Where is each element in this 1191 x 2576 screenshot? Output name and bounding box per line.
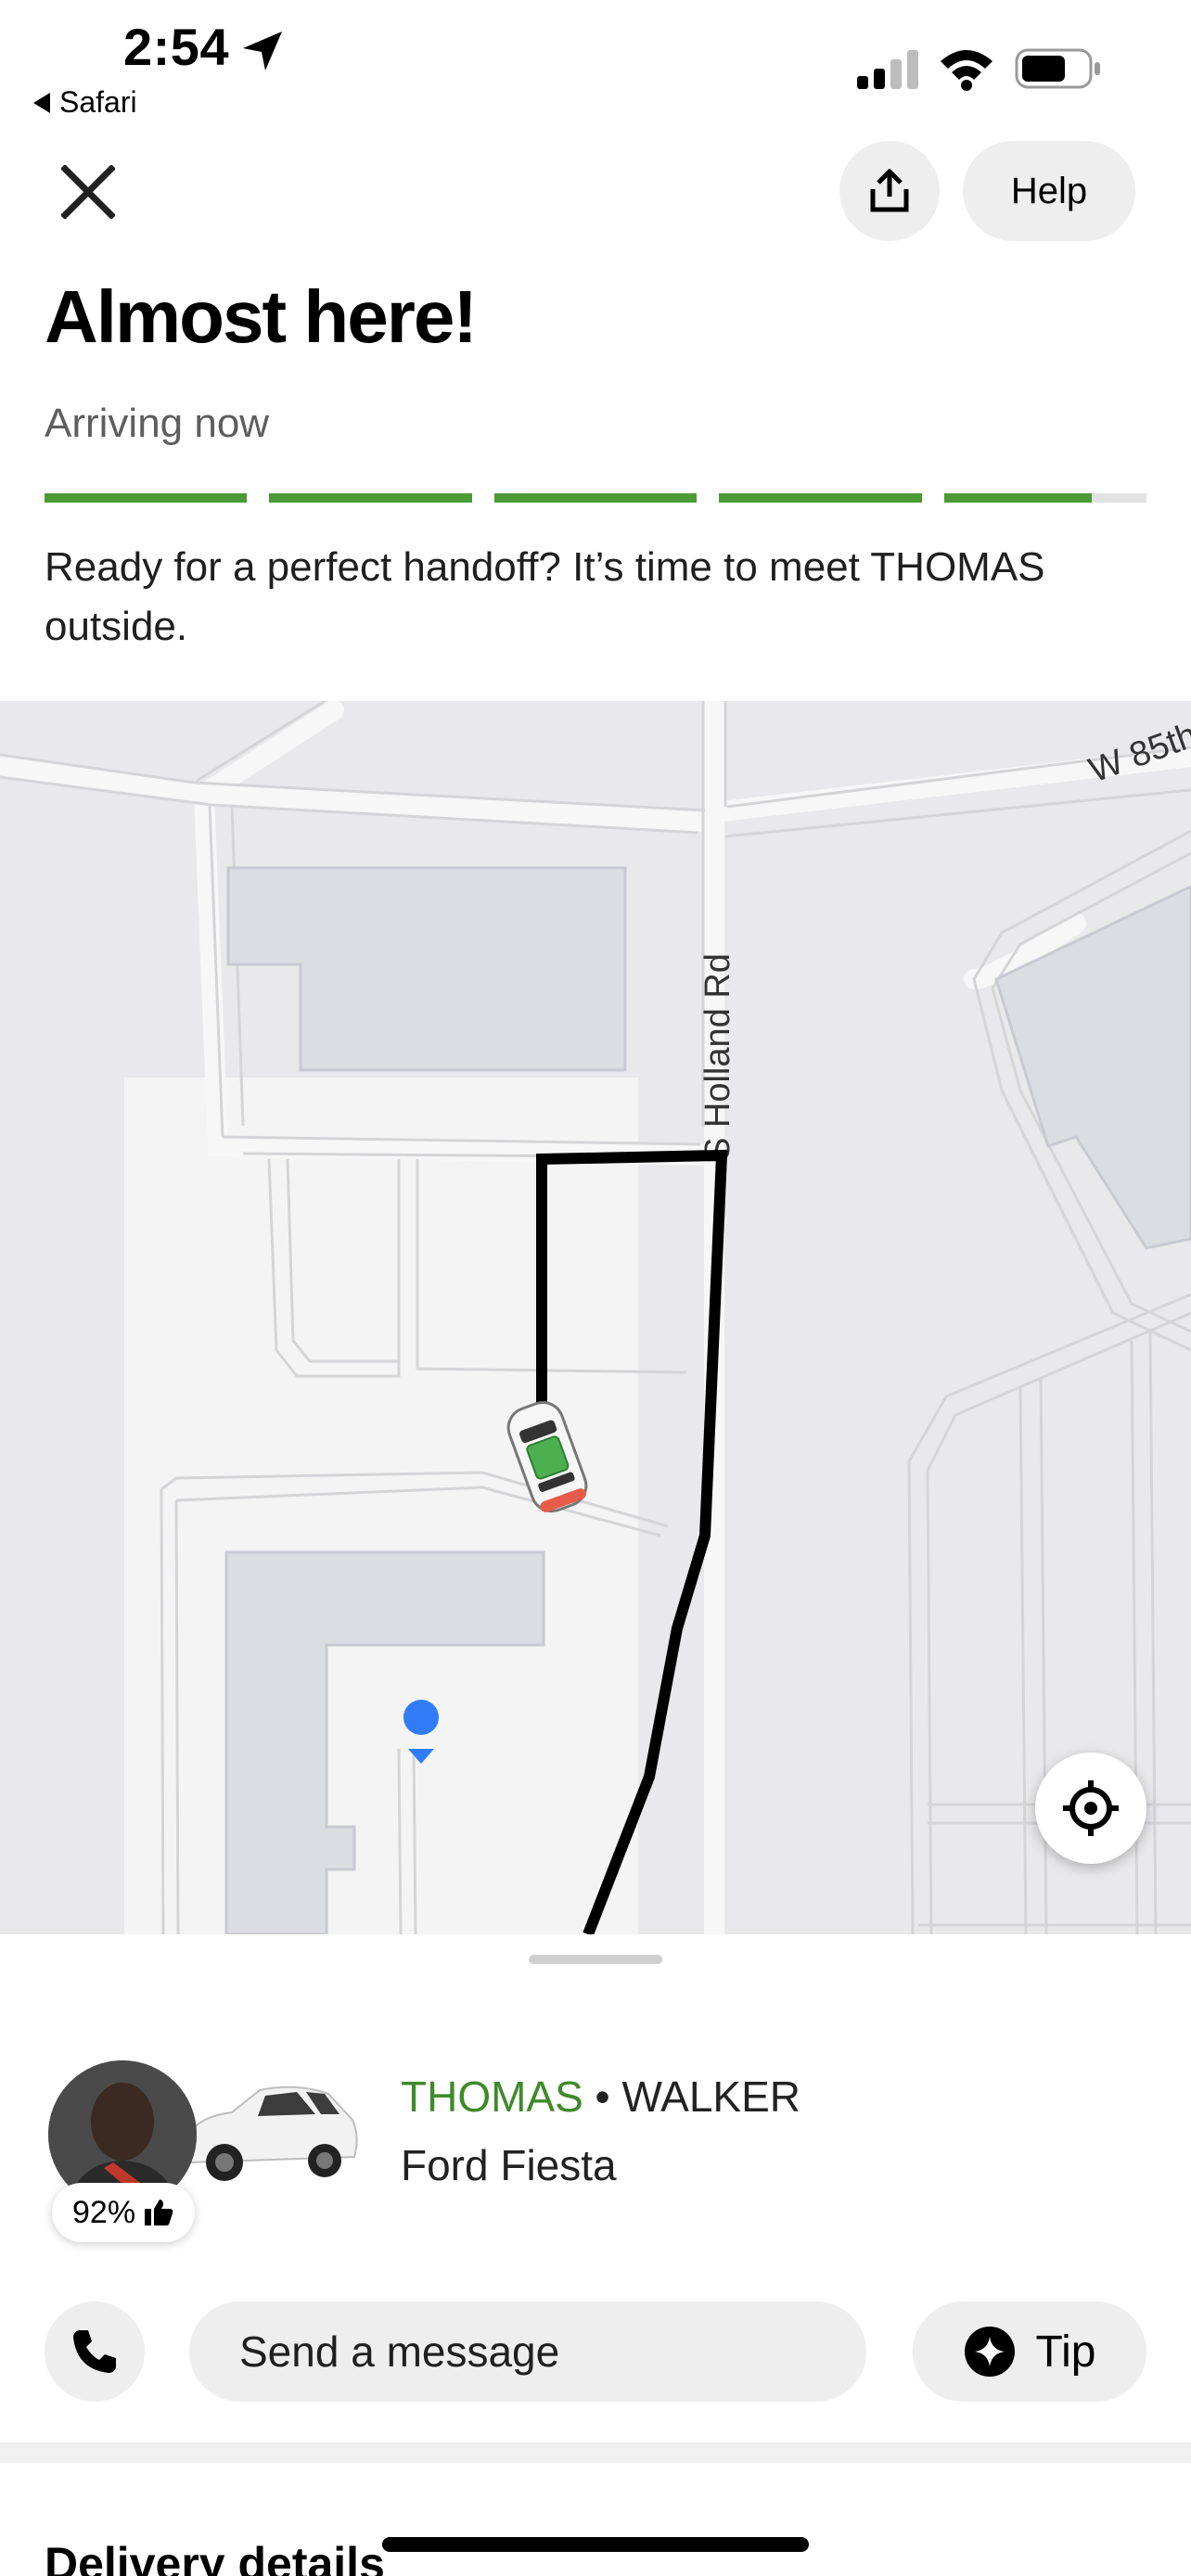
street-label-w85th: W 85th — [1084, 716, 1191, 791]
delivery-details-heading: Delivery details — [45, 2538, 385, 2576]
progress-segment — [269, 493, 472, 503]
driver-rating: 92% — [72, 2194, 136, 2230]
close-icon — [61, 165, 115, 219]
arrival-status: Arriving now — [45, 401, 270, 446]
progress-segment — [943, 493, 1147, 503]
driver-last-name: WALKER — [621, 2072, 801, 2121]
recenter-map-button[interactable] — [1035, 1753, 1146, 1864]
status-bar: 2:54 Safari — [0, 0, 1191, 130]
page-title: Almost here! — [45, 275, 478, 358]
back-to-app-link[interactable]: Safari — [33, 85, 137, 120]
progress-segment — [493, 493, 698, 503]
back-triangle-icon — [33, 92, 50, 113]
back-app-label: Safari — [59, 85, 137, 119]
help-button[interactable]: Help — [963, 141, 1135, 241]
message-input[interactable]: Send a message — [189, 2302, 866, 2402]
home-indicator[interactable] — [382, 2537, 809, 2552]
status-time: 2:54 — [123, 18, 230, 76]
thumbs-up-icon — [145, 2200, 173, 2225]
wifi-icon — [941, 50, 992, 91]
battery-icon — [1015, 48, 1100, 89]
handoff-message: Ready for a perfect handoff? It’s time t… — [45, 544, 1045, 649]
vehicle-image — [184, 2085, 358, 2181]
tip-button[interactable]: Tip — [913, 2302, 1146, 2402]
tip-sparkle-icon — [964, 2327, 1015, 2377]
cellular-signal-icon — [857, 50, 918, 89]
sheet-drag-handle[interactable] — [529, 1955, 662, 1964]
street-label-holland: S Holland Rd — [698, 953, 737, 1161]
close-button[interactable] — [48, 152, 128, 232]
delivery-map[interactable]: W 85th S Holland Rd — [0, 701, 1191, 1934]
progress-segment — [719, 493, 922, 503]
tip-label: Tip — [1035, 2327, 1096, 2377]
trip-progress-bar — [45, 493, 1147, 503]
map-canvas: W 85th S Holland Rd — [0, 701, 1191, 1934]
progress-segment — [45, 493, 248, 503]
crosshair-icon — [1063, 1780, 1119, 1836]
name-separator: • — [583, 2072, 622, 2121]
driver-name: THOMAS • WALKER — [401, 2072, 800, 2122]
bottom-sheet[interactable]: 92% THOMAS • WALKER Ford Fiesta Send a m… — [0, 1934, 1191, 2576]
vehicle-model: Ford Fiesta — [401, 2141, 617, 2189]
location-arrow-icon — [243, 32, 282, 70]
driver-rating-badge: 92% — [52, 2183, 196, 2242]
share-button[interactable] — [839, 141, 940, 241]
call-driver-button[interactable] — [45, 2302, 145, 2402]
driver-first-name: THOMAS — [401, 2072, 583, 2121]
section-divider — [0, 2442, 1191, 2463]
phone-icon — [73, 2330, 116, 2373]
share-icon — [870, 169, 909, 212]
